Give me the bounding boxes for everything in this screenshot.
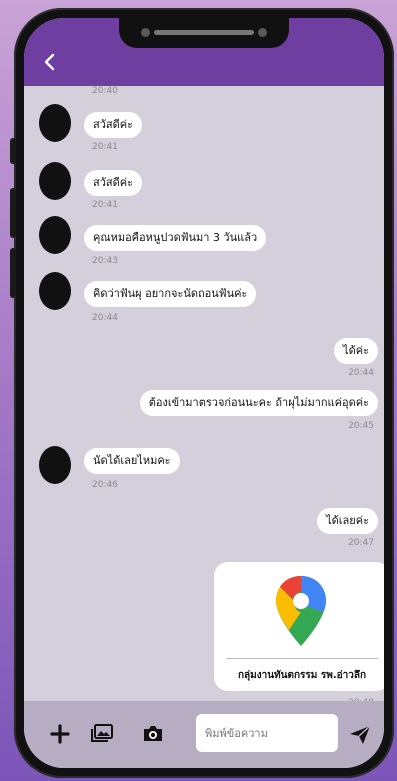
front-camera bbox=[141, 28, 150, 37]
plus-icon[interactable] bbox=[50, 724, 70, 744]
message-input[interactable] bbox=[196, 714, 338, 752]
volume-up-button bbox=[10, 188, 16, 238]
volume-down-button bbox=[10, 248, 16, 298]
timestamp: 20:41 bbox=[92, 200, 118, 210]
speaker bbox=[154, 30, 254, 35]
location-label: กลุ่มงานทันตกรรม รพ.อ่าวลึก bbox=[237, 670, 367, 681]
map-pin-icon bbox=[276, 576, 326, 646]
card-divider bbox=[226, 658, 378, 659]
gallery-icon[interactable] bbox=[90, 723, 114, 743]
message-bubble: ต้องเข้ามาตรวจก่อนนะคะ ถ้าผุไม่มากแค่อุด… bbox=[139, 390, 378, 416]
phone-frame: 20:40 สวัสดีค่ะ 20:41 สวัสดีค่ะ 20:41 คุ… bbox=[10, 8, 394, 778]
avatar bbox=[39, 162, 71, 200]
chat-area[interactable]: 20:40 สวัสดีค่ะ 20:41 สวัสดีค่ะ 20:41 คุ… bbox=[24, 86, 384, 708]
avatar bbox=[39, 272, 71, 310]
message-bubble: คิดว่าฟันผุ อยากจะนัดถอนฟันค่ะ bbox=[84, 281, 257, 307]
message-bubble: นัดได้เลยไหมคะ bbox=[84, 448, 180, 474]
timestamp: 20:41 bbox=[92, 142, 118, 152]
message-bubble: ได้ค่ะ bbox=[334, 338, 378, 364]
screen: 20:40 สวัสดีค่ะ 20:41 สวัสดีค่ะ 20:41 คุ… bbox=[24, 18, 384, 768]
timestamp: 20:44 bbox=[92, 313, 118, 323]
camera-icon[interactable] bbox=[142, 723, 164, 743]
timestamp: 20:44 bbox=[348, 368, 374, 378]
timestamp: 20:45 bbox=[348, 421, 374, 431]
timestamp: 20:46 bbox=[92, 480, 118, 490]
send-icon[interactable] bbox=[348, 724, 372, 746]
sensor bbox=[258, 28, 267, 37]
location-card[interactable]: กลุ่มงานทันตกรรม รพ.อ่าวลึก bbox=[214, 562, 384, 691]
message-bubble: คุณหมอคือหนูปวดฟันมา 3 วันแล้ว bbox=[84, 225, 267, 251]
mute-switch bbox=[10, 138, 16, 164]
timestamp: 20:47 bbox=[348, 538, 374, 548]
back-arrow-icon[interactable] bbox=[40, 52, 60, 72]
avatar bbox=[39, 104, 71, 142]
notch bbox=[119, 18, 289, 48]
message-bubble: สวัสดีค่ะ bbox=[84, 112, 143, 138]
timestamp: 20:40 bbox=[92, 86, 118, 96]
message-bubble: ได้เลยค่ะ bbox=[317, 508, 378, 534]
avatar bbox=[39, 216, 71, 254]
composer-bar bbox=[24, 701, 384, 768]
avatar bbox=[39, 446, 71, 484]
timestamp: 20:43 bbox=[92, 256, 118, 266]
message-bubble: สวัสดีค่ะ bbox=[84, 170, 143, 196]
